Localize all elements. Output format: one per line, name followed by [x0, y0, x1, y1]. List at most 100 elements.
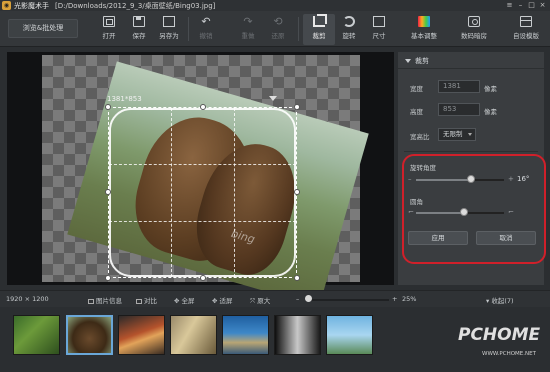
crop-handle-bottom[interactable]: [200, 275, 206, 281]
custom-template-label: 自设模版: [513, 32, 539, 40]
digital-darkroom-label: 数码暗房: [461, 32, 487, 40]
aspect-ratio-select[interactable]: 无限制: [438, 128, 476, 141]
save-button[interactable]: 保存: [123, 14, 155, 45]
rotate-label: 旋转: [342, 32, 356, 40]
minimize-button[interactable]: –: [515, 0, 526, 11]
collapse-triangle-icon: [405, 59, 411, 63]
redo-button[interactable]: ↷ 重做: [232, 14, 264, 45]
original-label: 原大: [257, 297, 271, 305]
undo-button[interactable]: ↶ 撤销: [190, 14, 222, 45]
zoom-level: 25%: [402, 295, 417, 303]
zoom-slider[interactable]: [307, 299, 389, 301]
image-dimensions: 1920 × 1200: [6, 295, 49, 303]
height-input[interactable]: 853: [438, 103, 480, 116]
height-unit: 像素: [484, 108, 497, 116]
save-as-label: 另存为: [159, 32, 179, 40]
redo-label: 重做: [241, 32, 255, 40]
pchome-url: WWW.PCHOME.NET: [482, 351, 536, 357]
fullscreen-button[interactable]: ✥ 全屏: [174, 295, 195, 305]
fit-screen-button[interactable]: ✥ 适屏: [212, 295, 233, 305]
title-bar: ◉ 光影魔术手 [D:/Downloads/2012_9_3/桌面壁纸/Bing…: [0, 0, 550, 11]
toolbar-separator: [298, 17, 299, 41]
zoom-slider-knob[interactable]: [305, 295, 312, 302]
image-info-button[interactable]: 图片信息: [88, 295, 122, 305]
zoom-out-button[interactable]: –: [296, 295, 299, 303]
toolbar-separator: [188, 17, 189, 41]
restore-label: 还原: [271, 32, 285, 40]
thumbnail-5[interactable]: [222, 315, 269, 355]
compare-icon: [136, 299, 142, 304]
browse-batch-button[interactable]: 浏览&批处理: [8, 19, 78, 38]
basic-adjust-button[interactable]: 基本调整: [405, 14, 443, 45]
panel-divider: [404, 151, 538, 152]
crop-handle-left[interactable]: [105, 189, 111, 195]
image-info-label: 图片信息: [96, 297, 122, 305]
app-window: ◉ 光影魔术手 [D:/Downloads/2012_9_3/桌面壁纸/Bing…: [0, 0, 550, 372]
zoom-in-button[interactable]: +: [392, 295, 397, 303]
app-logo-icon: ◉: [2, 1, 11, 10]
redo-icon: ↷: [243, 15, 253, 28]
red-highlight-annotation: [402, 154, 546, 264]
basic-adjust-label: 基本调整: [411, 32, 437, 40]
save-as-button[interactable]: 另存为: [153, 14, 185, 45]
save-label: 保存: [132, 32, 146, 40]
dropdown-arrow-icon: [468, 133, 472, 136]
template-icon: [520, 16, 532, 27]
app-name: 光影魔术手: [14, 1, 49, 10]
crop-button[interactable]: 裁剪: [303, 14, 335, 45]
height-label: 高度: [410, 108, 423, 116]
open-label: 打开: [102, 32, 116, 40]
maximize-button[interactable]: □: [526, 0, 537, 11]
size-button[interactable]: 尺寸: [363, 14, 395, 45]
undo-label: 撤销: [199, 32, 213, 40]
menu-button[interactable]: ≡: [504, 0, 515, 11]
close-button[interactable]: ×: [537, 0, 548, 11]
rotate-icon: [343, 16, 355, 27]
status-bar: 1920 × 1200 图片信息 对比 ✥ 全屏 ✥ 适屏 ⤧ 原大 – + 2…: [0, 290, 550, 307]
crop-menu-arrow-icon[interactable]: [269, 96, 277, 101]
width-input[interactable]: 1381: [438, 80, 480, 93]
open-button[interactable]: 打开: [93, 14, 125, 45]
collapse-filmstrip-button[interactable]: ▾ 收起(7): [486, 295, 514, 305]
width-label: 宽度: [410, 85, 423, 93]
original-size-button[interactable]: ⤧ 原大: [250, 295, 270, 306]
crop-handle-bottom-right[interactable]: [294, 275, 300, 281]
crop-handle-top-right[interactable]: [294, 104, 300, 110]
color-palette-icon: [418, 16, 430, 27]
fit-icon: ✥: [212, 297, 220, 305]
thumbnail-3[interactable]: [118, 315, 165, 355]
panel-header[interactable]: 裁剪: [398, 52, 544, 69]
thumbnail-4[interactable]: [170, 315, 217, 355]
digital-darkroom-button[interactable]: 数码暗房: [455, 14, 493, 45]
thumbnail-2-selected[interactable]: [66, 315, 113, 355]
rotate-button[interactable]: 旋转: [333, 14, 365, 45]
thumbnail-6[interactable]: [274, 315, 321, 355]
collapse-label: 收起(7): [491, 297, 514, 305]
crop-handle-top[interactable]: [200, 104, 206, 110]
fit-label: 适屏: [219, 297, 233, 305]
save-as-icon: [163, 16, 175, 27]
grid-line: [233, 108, 235, 277]
custom-template-button[interactable]: 自设模版: [506, 14, 546, 45]
open-icon: [103, 16, 115, 27]
thumbnail-7[interactable]: [326, 315, 373, 355]
thumbnail-1[interactable]: [13, 315, 60, 355]
crop-handle-right[interactable]: [294, 189, 300, 195]
file-path: [D:/Downloads/2012_9_3/桌面壁纸/Bing03.jpg]: [55, 1, 216, 10]
crop-frame[interactable]: [105, 104, 300, 281]
compare-label: 对比: [144, 297, 157, 305]
compare-button[interactable]: 对比: [136, 295, 157, 305]
panel-title: 裁剪: [415, 57, 429, 65]
crop-handle-top-left[interactable]: [105, 104, 111, 110]
fullscreen-icon: ✥: [174, 297, 182, 305]
crop-icon: [313, 14, 327, 27]
aspect-ratio-label: 宽高比: [410, 133, 430, 141]
crop-handle-bottom-left[interactable]: [105, 275, 111, 281]
restore-button[interactable]: ⟲ 还原: [262, 14, 294, 45]
width-unit: 像素: [484, 85, 497, 93]
rounded-corner-outline: [109, 108, 296, 277]
image-canvas[interactable]: bing 1381*853: [7, 52, 394, 307]
fullscreen-label: 全屏: [181, 297, 195, 305]
restore-icon: ⟲: [273, 15, 283, 28]
grid-line: [171, 108, 173, 277]
